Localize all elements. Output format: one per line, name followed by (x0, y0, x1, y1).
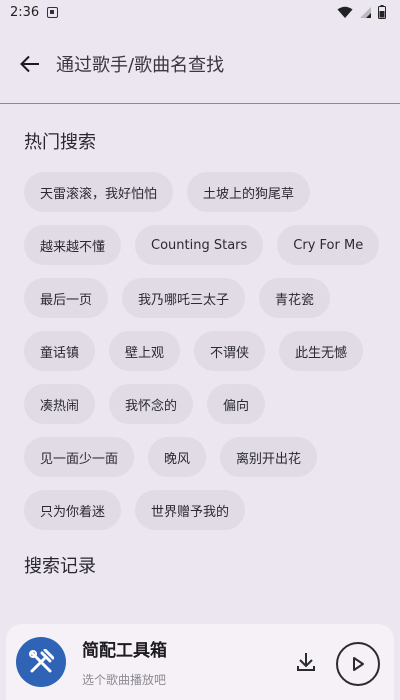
hot-search-chip[interactable]: 天雷滚滚，我好怕怕 (24, 172, 174, 212)
hot-search-chip[interactable]: 晚风 (148, 437, 207, 477)
player-info: 简配工具箱 选个歌曲播放吧 (82, 636, 167, 688)
player-subtitle: 选个歌曲播放吧 (82, 673, 167, 687)
hot-search-chip[interactable]: 离别开出花 (220, 437, 318, 477)
search-header: 通过歌手/歌曲名查找 (0, 24, 400, 104)
hot-search-chip[interactable]: 壁上观 (109, 331, 181, 371)
hot-search-chip[interactable]: 我乃哪吒三太子 (122, 278, 246, 318)
search-history-title: 搜索记录 (24, 556, 96, 577)
battery-icon (378, 5, 386, 19)
chip-row: 越来越不懂 Counting Stars Cry For Me (24, 225, 384, 265)
chip-row: 童话镇 壁上观 不谓侠 此生无憾 (24, 331, 384, 371)
play-icon (353, 657, 364, 671)
hot-search-chip[interactable]: 童话镇 (24, 331, 96, 371)
wifi-icon (337, 6, 353, 18)
hot-search-chip[interactable]: 越来越不懂 (24, 225, 122, 265)
chip-row: 凑热闹 我怀念的 偏向 (24, 384, 384, 424)
search-title[interactable]: 通过歌手/歌曲名查找 (56, 51, 224, 77)
hot-search-chip[interactable]: 此生无憾 (279, 331, 364, 371)
arrow-back-icon (20, 55, 39, 72)
hot-search-chip[interactable]: 不谓侠 (194, 331, 266, 371)
chip-row: 见一面少一面 晚风 离别开出花 (24, 437, 384, 477)
status-time: 2:36 (10, 4, 40, 20)
hot-search-chips: 天雷滚滚，我好怕怕 土坡上的狗尾草 越来越不懂 Counting Stars Cry F… (24, 172, 384, 543)
notification-icon (47, 6, 59, 18)
app-cover-avatar (16, 637, 66, 687)
chip-row: 最后一页 我乃哪吒三太子 青花瓷 (24, 278, 384, 318)
hot-search-chip[interactable]: 凑热闹 (24, 384, 96, 424)
hot-search-chip[interactable]: 我怀念的 (109, 384, 194, 424)
hot-search-chip[interactable]: Counting Stars (135, 225, 264, 265)
hot-search-chip[interactable]: 见一面少一面 (24, 437, 135, 477)
status-bar: 2:36 (0, 0, 400, 24)
mini-player[interactable]: 简配工具箱 选个歌曲播放吧 (6, 624, 394, 700)
signal-icon (360, 6, 371, 18)
status-icons (337, 5, 386, 19)
hot-search-title: 热门搜索 (24, 132, 96, 153)
chip-row: 天雷滚滚，我好怕怕 土坡上的狗尾草 (24, 172, 384, 212)
hot-search-chip[interactable]: 土坡上的狗尾草 (187, 172, 311, 212)
hot-search-chip[interactable]: 偏向 (207, 384, 266, 424)
hot-search-chip[interactable]: 世界赠予我的 (135, 490, 246, 530)
play-button[interactable] (336, 642, 380, 686)
player-song-name: 简配工具箱 (82, 641, 167, 661)
hot-search-chip[interactable]: 青花瓷 (259, 278, 331, 318)
tools-icon (29, 649, 54, 673)
download-icon (297, 653, 315, 671)
chip-row: 只为你着迷 世界赠予我的 (24, 490, 384, 530)
hot-search-chip[interactable]: Cry For Me (277, 225, 380, 265)
back-button[interactable] (16, 50, 44, 78)
hot-search-chip[interactable]: 最后一页 (24, 278, 109, 318)
download-button[interactable] (294, 650, 318, 674)
hot-search-chip[interactable]: 只为你着迷 (24, 490, 122, 530)
